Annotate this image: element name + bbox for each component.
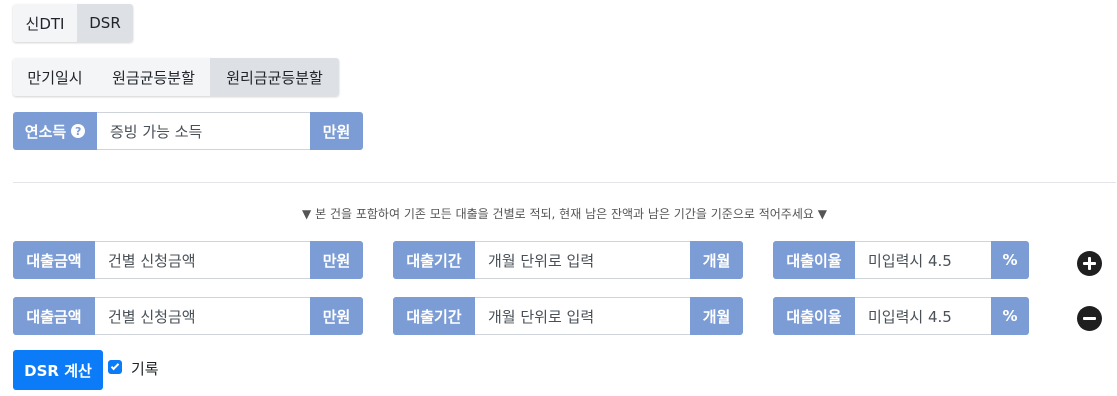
- income-label-text: 연소득: [24, 122, 67, 141]
- loan-rate-unit: %: [991, 297, 1029, 335]
- loan-rate-group: 대출이율 미입력시 4.5 %: [773, 241, 1029, 279]
- loan-rate-label: 대출이율: [773, 241, 855, 279]
- loan-period-input[interactable]: 개월 단위로 입력: [475, 297, 690, 335]
- record-checkbox[interactable]: [108, 360, 122, 374]
- loan-amount-label: 대출금액: [13, 241, 95, 279]
- loan-period-label: 대출기간: [393, 297, 475, 335]
- income-group: 연소득 ? 증빙 가능 소득 만원: [13, 112, 363, 150]
- income-label: 연소득 ?: [13, 112, 97, 150]
- tab-bullet-repayment[interactable]: 만기일시: [13, 58, 97, 96]
- loan-amount-unit: 만원: [310, 297, 363, 335]
- loan-period-label: 대출기간: [393, 241, 475, 279]
- loan-amount-label: 대출금액: [13, 297, 95, 335]
- loan-period-unit: 개월: [690, 241, 743, 279]
- loan-rate-label: 대출이율: [773, 297, 855, 335]
- loan-rate-group: 대출이율 미입력시 4.5 %: [773, 297, 1029, 335]
- loan-period-group: 대출기간 개월 단위로 입력 개월: [393, 241, 743, 279]
- repayment-method-tabs: 만기일시 원금균등분할 원리금균등분할: [13, 58, 339, 96]
- question-circle-icon[interactable]: ?: [71, 124, 86, 138]
- dsr-calculate-button[interactable]: DSR 계산: [13, 350, 103, 390]
- tab-dsr[interactable]: DSR: [77, 4, 133, 42]
- section-divider: [13, 182, 1116, 183]
- income-unit: 만원: [310, 112, 363, 150]
- loan-amount-group: 대출금액 건별 신청금액 만원: [13, 297, 363, 335]
- tab-new-dti[interactable]: 신DTI: [13, 4, 77, 42]
- loan-period-group: 대출기간 개월 단위로 입력 개월: [393, 297, 743, 335]
- plus-circle-icon[interactable]: [1077, 251, 1102, 276]
- record-label: 기록: [131, 360, 159, 378]
- loan-period-unit: 개월: [690, 297, 743, 335]
- tab-equal-principal[interactable]: 원금균등분할: [97, 58, 210, 96]
- loan-rate-input[interactable]: 미입력시 4.5: [855, 241, 991, 279]
- loan-period-input[interactable]: 개월 단위로 입력: [475, 241, 690, 279]
- loan-rate-input[interactable]: 미입력시 4.5: [855, 297, 991, 335]
- income-input[interactable]: 증빙 가능 소득: [97, 112, 310, 150]
- check-icon: [110, 361, 120, 371]
- loan-amount-input[interactable]: 건별 신청금액: [95, 241, 310, 279]
- loan-notice: ▼ 본 건을 포함하여 기존 모든 대출을 건별로 적되, 현재 남은 잔액과 …: [302, 207, 827, 221]
- loan-rate-unit: %: [991, 241, 1029, 279]
- tab-equal-installment[interactable]: 원리금균등분할: [210, 58, 339, 96]
- loan-amount-input[interactable]: 건별 신청금액: [95, 297, 310, 335]
- loan-amount-unit: 만원: [310, 241, 363, 279]
- ratio-type-tabs: 신DTI DSR: [13, 4, 133, 42]
- minus-circle-icon[interactable]: [1077, 306, 1102, 331]
- loan-amount-group: 대출금액 건별 신청금액 만원: [13, 241, 363, 279]
